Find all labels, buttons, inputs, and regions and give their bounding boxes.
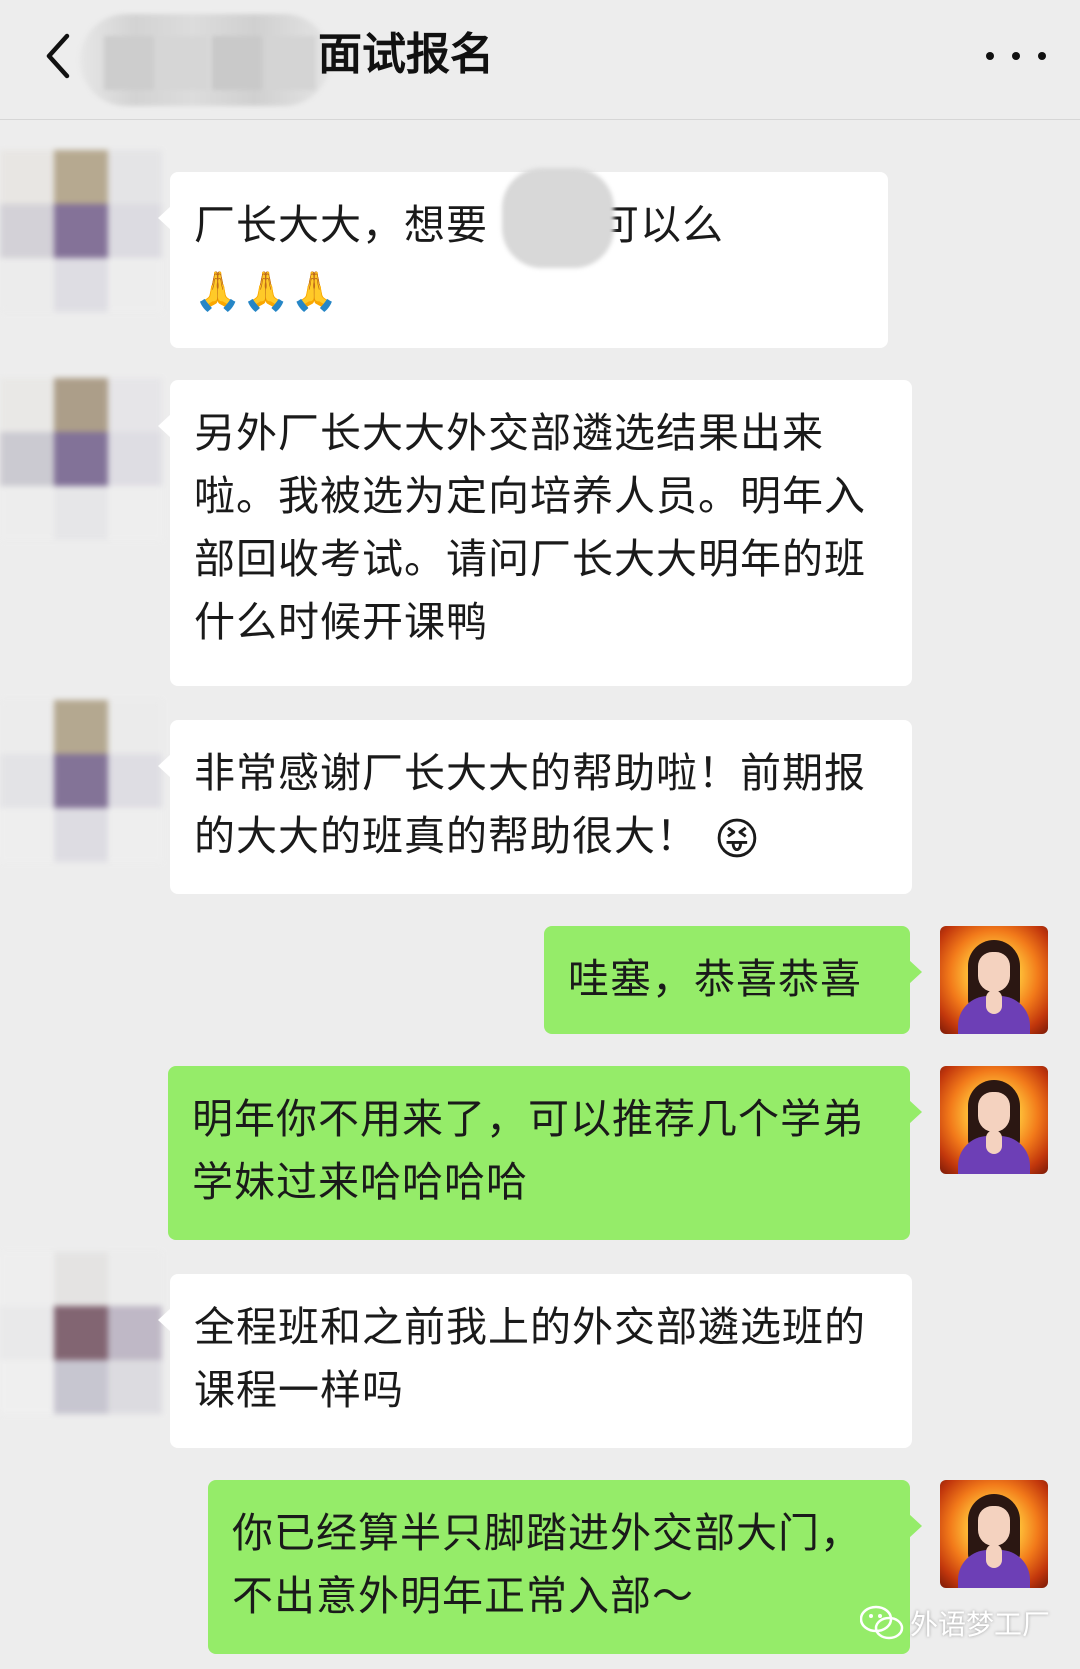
message-text: 明年你不用来了，可以推荐几个学弟学妹过来哈哈哈哈 [192,1095,864,1206]
contact-name-redacted [80,14,330,106]
message-bubble-incoming[interactable]: 全程班和之前我上的外交部遴选班的课程一样吗 [158,1274,912,1448]
message-bubble-outgoing[interactable]: 明年你不用来了，可以推荐几个学弟学妹过来哈哈哈哈 [168,1066,922,1240]
message-bubble-incoming[interactable]: 另外厂长大大外交部遴选结果出来啦。我被选为定向培养人员。明年入部回收考试。请问厂… [158,380,912,686]
watermark-text: 外语梦工厂 [910,1608,1051,1641]
contact-avatar[interactable] [0,378,162,548]
chat-header: 面试报名 [0,0,1080,120]
page-title: 面试报名 [318,29,494,80]
chevron-left-icon [46,33,70,79]
ellipsis-icon [986,52,994,60]
redacted-text [502,168,614,268]
message-text: 另外厂长大大外交部遴选结果出来啦。我被选为定向培养人员。明年入部回收考试。请问厂… [194,409,866,646]
more-button[interactable] [986,36,1046,76]
my-avatar[interactable] [940,926,1048,1034]
message-bubble-incoming[interactable]: 非常感谢厂长大大的帮助啦！前期报的大大的班真的帮助很大！ 😝 [158,720,912,894]
squinting-tongue-emoji: 😝 [714,813,761,865]
contact-avatar[interactable] [0,700,162,870]
back-button[interactable] [38,30,78,82]
folded-hands-emoji: 🙏🙏🙏 [194,268,339,313]
message-text: 你已经算半只脚踏进外交部大门，不出意外明年正常入部～ [232,1509,862,1620]
contact-avatar[interactable] [0,1252,162,1422]
my-avatar[interactable] [940,1066,1048,1174]
watermark: 外语梦工厂 [860,1600,1050,1646]
message-text: 非常感谢厂长大大的帮助啦！前期报的大大的班真的帮助很大！ [194,749,866,860]
message-text: 厂长大大，想要 [194,201,488,249]
message-text: 可以么 [598,201,724,249]
message-bubble-outgoing[interactable]: 你已经算半只脚踏进外交部大门，不出意外明年正常入部～ [208,1480,922,1654]
message-text: 哇塞，恭喜恭喜 [568,955,862,1003]
message-text: 全程班和之前我上的外交部遴选班的课程一样吗 [194,1303,866,1414]
message-bubble-outgoing[interactable]: 哇塞，恭喜恭喜 [544,926,922,1034]
my-avatar[interactable] [940,1480,1048,1588]
contact-avatar[interactable] [0,150,162,320]
wechat-icon [860,1605,904,1640]
